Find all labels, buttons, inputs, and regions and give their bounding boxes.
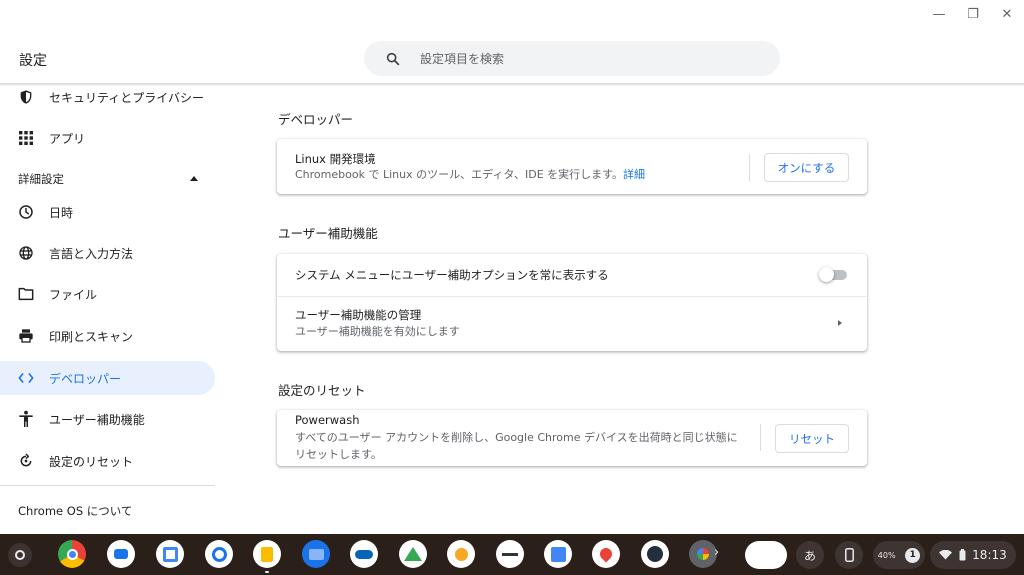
manage-a11y-description: ユーザー補助機能を有効にします <box>295 325 460 338</box>
onedrive-app-icon[interactable] <box>350 540 378 568</box>
launcher-icon <box>15 550 25 560</box>
docs-app-icon[interactable] <box>544 540 572 568</box>
chevron-right-icon <box>838 320 842 326</box>
linux-turn-on-button[interactable]: オンにする <box>764 153 849 182</box>
search-input[interactable]: 設定項目を検索 <box>420 50 504 67</box>
camera-app-icon[interactable] <box>107 540 135 568</box>
apps-grid-icon <box>17 129 35 147</box>
show-a11y-menu-toggle[interactable] <box>819 267 847 282</box>
sidebar-item-label: 言語と入力方法 <box>49 246 134 261</box>
maps-app-icon[interactable] <box>592 540 620 568</box>
caret-up-icon[interactable] <box>190 176 198 181</box>
learn-more-link[interactable]: 詳細 <box>623 168 645 181</box>
calendar-app-icon[interactable] <box>156 540 184 568</box>
running-indicator <box>265 571 269 573</box>
sidebar-item-files[interactable]: ファイル <box>0 277 215 311</box>
globe-icon <box>17 244 35 262</box>
battery-percent: 40% <box>877 550 896 560</box>
maximize-button[interactable]: ❐ <box>956 0 990 28</box>
minimize-button[interactable]: — <box>922 0 956 28</box>
section-title-developer: デベロッパー <box>278 112 354 127</box>
sidebar-item-accessibility[interactable]: ユーザー補助機能 <box>0 402 215 436</box>
code-icon <box>17 369 35 387</box>
overflow-chevron-icon[interactable]: › <box>714 545 719 560</box>
window-controls: — ❐ ✕ <box>922 0 1024 28</box>
status-area[interactable]: 18:13 <box>930 541 1016 569</box>
accessibility-card: システム メニューにユーザー補助オプションを常に表示する ユーザー補助機能の管理… <box>277 254 867 351</box>
page-title: 設定 <box>19 53 47 69</box>
weather-app-icon[interactable] <box>447 540 475 568</box>
sidebar-item-label: 日時 <box>49 205 74 220</box>
phone-hub-pill[interactable] <box>745 541 787 569</box>
powerwash-title: Powerwash <box>295 413 360 427</box>
launcher-button[interactable] <box>8 543 32 567</box>
powerwash-description-line1: すべてのユーザー アカウントを削除し、Google Chrome デバイスを出荷… <box>295 431 738 444</box>
sidebar-item-label: セキュリティとプライバシー <box>49 90 205 105</box>
settings-header: 設定 設定項目を検索 <box>0 28 1024 84</box>
manage-a11y-title: ユーザー補助機能の管理 <box>295 308 422 322</box>
sidebar-item-developer[interactable]: デベロッパー <box>0 361 215 395</box>
section-title-reset: 設定のリセット <box>278 383 366 398</box>
search-box[interactable]: 設定項目を検索 <box>364 41 780 76</box>
chrome-app-icon[interactable] <box>58 540 86 568</box>
folder-icon <box>17 285 35 303</box>
show-a11y-menu-label: システム メニューにユーザー補助オプションを常に表示する <box>295 268 609 282</box>
sidebar-item-label: アプリ <box>49 131 86 146</box>
sidebar-item-about[interactable]: Chrome OS について <box>18 503 132 519</box>
linux-description: Chromebook で Linux のツール、エディタ、IDE を実行します。… <box>295 168 646 181</box>
sidebar-item-label: 印刷とスキャン <box>49 329 134 344</box>
photos-app-icon[interactable] <box>689 540 717 568</box>
sidebar: セキュリティとプライバシー アプリ 詳細設定 日時 言語と入力方法 ファイル 印… <box>0 84 232 534</box>
sidebar-item-label: ユーザー補助機能 <box>49 412 145 427</box>
clock-icon <box>17 203 35 221</box>
wifi-icon <box>939 550 953 560</box>
phone-icon[interactable] <box>835 541 863 569</box>
tasks-app-icon[interactable] <box>205 540 233 568</box>
notification-count-badge: 1 <box>905 547 921 563</box>
clock-time: 18:13 <box>972 548 1007 562</box>
row-divider <box>749 154 750 181</box>
sidebar-item-apps[interactable]: アプリ <box>0 121 215 155</box>
search-icon <box>386 52 400 65</box>
sidebar-item-label: 設定のリセット <box>49 454 134 469</box>
sidebar-item-printing[interactable]: 印刷とスキャン <box>0 319 215 353</box>
accessibility-icon <box>17 410 35 428</box>
keep-app-icon[interactable] <box>253 540 281 568</box>
sidebar-item-languages[interactable]: 言語と入力方法 <box>0 236 215 270</box>
toggle-knob <box>819 267 834 282</box>
printer-icon <box>17 327 35 345</box>
status-pill-left[interactable]: 40% 1 <box>873 541 925 569</box>
row-divider <box>760 424 761 451</box>
files-app-icon[interactable] <box>302 540 330 568</box>
shelf: › あ 40% 1 18:13 <box>0 534 1024 575</box>
manage-a11y-row[interactable]: ユーザー補助機能の管理 ユーザー補助機能を有効にします <box>277 297 867 351</box>
news-app-icon[interactable] <box>496 540 524 568</box>
shield-icon <box>17 88 35 106</box>
drive-app-icon[interactable] <box>399 540 427 568</box>
reset-card: Powerwash すべてのユーザー アカウントを削除し、Google Chro… <box>277 410 867 466</box>
settings-main: デベロッパー Linux 開発環境 Chromebook で Linux のツー… <box>232 84 1024 534</box>
sidebar-divider <box>0 485 215 486</box>
sidebar-item-security[interactable]: セキュリティとプライバシー <box>0 84 215 114</box>
sidebar-item-datetime[interactable]: 日時 <box>0 195 215 229</box>
battery-icon <box>959 549 966 561</box>
sidebar-item-label: ファイル <box>49 287 98 302</box>
sidebar-item-reset[interactable]: 設定のリセット <box>0 444 215 478</box>
sidebar-item-label: デベロッパー <box>49 371 122 386</box>
ime-menu-button[interactable]: あ <box>796 541 824 569</box>
linux-title: Linux 開発環境 <box>295 152 376 166</box>
reset-button[interactable]: リセット <box>775 424 849 453</box>
sidebar-advanced-header[interactable]: 詳細設定 <box>18 171 64 187</box>
close-button[interactable]: ✕ <box>990 0 1024 28</box>
section-title-accessibility: ユーザー補助機能 <box>278 226 378 241</box>
powerwash-description-line2: リセットします。 <box>295 448 382 461</box>
developer-card: Linux 開発環境 Chromebook で Linux のツール、エディタ、… <box>277 139 867 194</box>
kindle-app-icon[interactable] <box>641 540 669 568</box>
reset-icon <box>17 452 35 470</box>
